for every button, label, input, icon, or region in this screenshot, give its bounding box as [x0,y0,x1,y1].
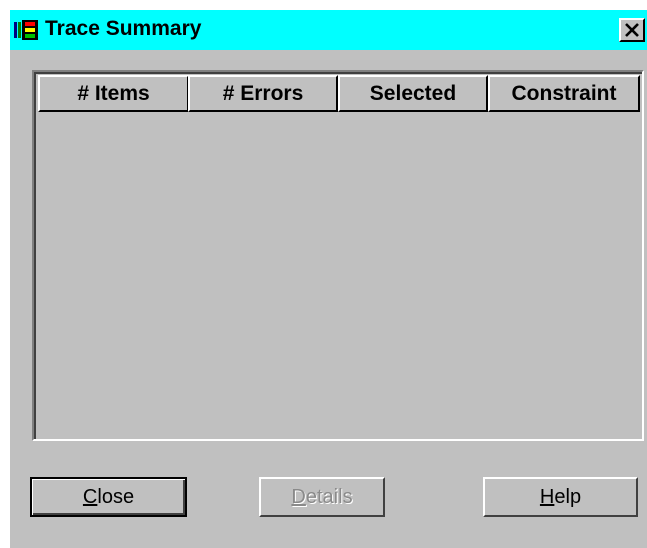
close-button[interactable]: Close [30,477,187,517]
column-header-errors[interactable]: # Errors [188,75,338,112]
close-x-icon[interactable] [619,18,645,42]
details-button-label: etails [305,485,353,508]
help-button-label: elp [554,485,582,508]
column-header-constraint[interactable]: Constraint [488,75,640,112]
trace-list[interactable]: # Items # Errors Selected Constraint [32,70,644,441]
window-title: Trace Summary [45,17,202,40]
column-header-selected[interactable]: Selected [338,75,488,112]
help-button[interactable]: Help [483,477,638,517]
details-button[interactable]: Details [259,477,385,517]
details-button-mnemonic: D [291,485,306,508]
close-button-label: lose [97,485,135,508]
help-button-mnemonic: H [539,485,555,508]
close-button-mnemonic: C [82,485,98,508]
trace-summary-dialog: Trace Summary # Items # Errors Selected … [10,10,647,548]
trace-list-body: # Items # Errors Selected Constraint [34,72,642,439]
column-header-items[interactable]: # Items [38,75,189,112]
trace-app-icon [14,20,40,40]
title-bar[interactable]: Trace Summary [10,10,647,50]
